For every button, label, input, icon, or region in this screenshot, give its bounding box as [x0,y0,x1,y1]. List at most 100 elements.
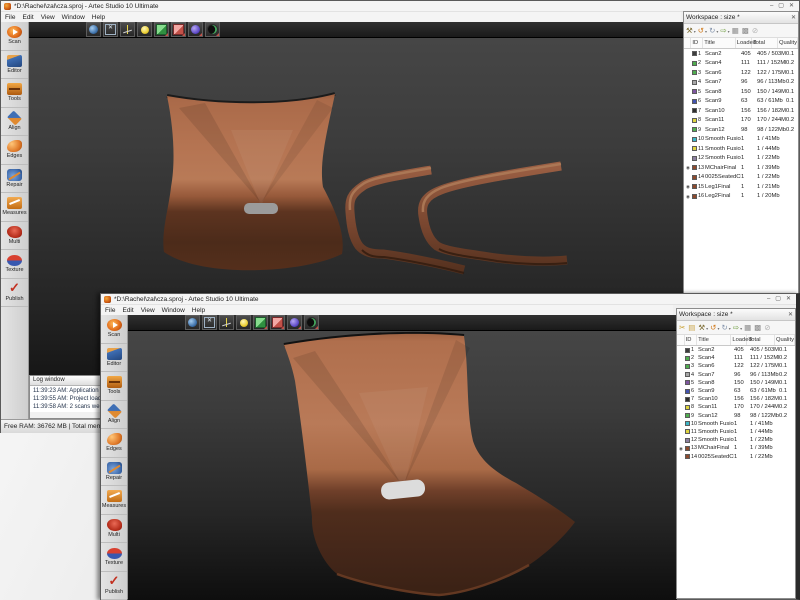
sync-disabled-icon[interactable]: ⊘ [752,26,759,35]
open-folder-icon[interactable]: ▤ [688,323,696,332]
scan-color-swatch[interactable] [685,356,690,361]
minimize-button[interactable]: – [767,296,770,302]
sidebar-item-measures[interactable]: Measures [101,486,127,515]
panel-close-icon[interactable]: ✕ [788,311,793,318]
workspace-row[interactable]: 3 Scan6 122 122 / 175Mb 0.1 [677,362,795,370]
sidebar-item-align[interactable]: Align [101,401,127,430]
shaded-red-cube-icon[interactable] [270,315,285,330]
sidebar-item-editor[interactable]: Editor [101,344,127,373]
sidebar-item-texture[interactable]: Texture [1,250,28,279]
shaded-green-cube-icon[interactable] [253,315,268,330]
tools-menu-icon[interactable]: ⚒ ▾ [686,26,696,35]
workspace-row[interactable]: 9 Scan12 98 98 / 122Mb 0.2 [684,125,798,135]
navigation-globe-icon[interactable] [185,315,200,330]
menu-window[interactable]: Window [62,14,85,21]
sync-disabled-icon[interactable]: ⊘ [764,323,771,332]
tools-menu-icon[interactable]: ⚒ ▾ [698,323,708,332]
workspace-row[interactable]: 10 Smooth Fusion 1 1 / 41Mb [677,420,795,428]
shaded-green-cube-icon[interactable] [154,22,169,37]
menu-help[interactable]: Help [92,14,105,21]
fit-view-icon[interactable] [103,22,118,37]
menu-file[interactable]: File [5,14,15,21]
coordinate-axes-icon[interactable] [219,315,234,330]
workspace-row[interactable]: 5 Scan8 150 150 / 149Mb 0.1 [677,379,795,387]
scan-color-swatch[interactable] [685,413,690,418]
sidebar-item-publish[interactable]: Publish [101,572,127,600]
scan-color-swatch[interactable] [692,156,697,161]
scan-color-swatch[interactable] [692,80,697,85]
sidebar-item-multi[interactable]: Multi [101,515,127,544]
shaded-red-cube-icon[interactable] [171,22,186,37]
workspace-row[interactable]: 10 Smooth Fusion 1 1 / 41Mb [684,135,798,145]
scan-color-swatch[interactable] [692,118,697,123]
workspace-row[interactable]: 3 Scan6 122 122 / 175Mb 0.1 [684,68,798,78]
scan-color-swatch[interactable] [692,127,697,132]
scan-color-swatch[interactable] [692,99,697,104]
redo-icon[interactable]: ↻ ▾ [721,323,730,332]
scan-color-swatch[interactable] [692,89,697,94]
maximize-button[interactable]: ▢ [775,296,781,302]
menu-view[interactable]: View [141,307,155,314]
undo-icon[interactable]: ↺ ▾ [698,26,707,35]
sidebar-item-publish[interactable]: Publish [1,279,28,308]
visibility-eye-icon[interactable]: ◉ [684,194,692,199]
workspace-row[interactable]: 14 0025SeatedCha 1 1 / 22Mb [677,452,795,460]
scan-color-swatch[interactable] [692,137,697,142]
sidebar-item-texture[interactable]: Texture [101,543,127,572]
sidebar-item-tools[interactable]: Tools [1,79,28,108]
scan-color-swatch[interactable] [685,348,690,353]
menu-edit[interactable]: Edit [122,307,133,314]
menu-file[interactable]: File [105,307,115,314]
workspace-row[interactable]: 6 Scan9 63 63 / 61Mb 0.1 [684,97,798,107]
scan-color-swatch[interactable] [692,165,697,170]
workspace-row[interactable]: 2 Scan4 111 111 / 152Mb 0.2 [677,354,795,362]
scan-color-swatch[interactable] [685,438,690,443]
scan-color-swatch[interactable] [685,389,690,394]
workspace-row[interactable]: 12 Smooth Fusion 1 1 / 22Mb [677,436,795,444]
workspace-row[interactable]: 8 Scan11 170 170 / 244Mb 0.2 [677,403,795,411]
scan-color-swatch[interactable] [685,405,690,410]
view-grid-icon[interactable]: ▦ [744,323,752,332]
navigation-globe-icon[interactable] [86,22,101,37]
scan-color-swatch[interactable] [685,372,690,377]
scan-color-swatch[interactable] [685,380,690,385]
sidebar-item-repair[interactable]: Repair [101,458,127,487]
workspace-row[interactable]: 7 Scan10 156 156 / 182Mb 0.1 [684,106,798,116]
maximize-button[interactable]: ▢ [778,3,784,9]
scan-color-swatch[interactable] [692,70,697,75]
sidebar-item-scan[interactable]: Scan [101,315,127,344]
workspace-row[interactable]: 12 Smooth Fusion 1 1 / 22Mb [684,154,798,164]
panel-close-icon[interactable]: ✕ [791,14,796,21]
titlebar[interactable]: *D:\Rachel\zal\cza.sproj - Artec Studio … [101,294,796,305]
cut-icon[interactable]: ✂ [679,323,686,332]
scan-color-swatch[interactable] [692,108,697,113]
scan-color-swatch[interactable] [685,421,690,426]
sidebar-item-repair[interactable]: Repair [1,165,28,194]
lighting-bulb-icon[interactable] [236,315,251,330]
scan-color-swatch[interactable] [692,194,697,199]
visibility-eye-icon[interactable]: ◉ [684,165,692,170]
redo-icon[interactable]: ↻ ▾ [709,26,718,35]
workspace-row[interactable]: 2 Scan4 111 111 / 152Mb 0.2 [684,59,798,69]
sidebar-item-edges[interactable]: Edges [1,136,28,165]
workspace-row[interactable]: 4 Scan7 96 96 / 113Mb 0.2 [684,78,798,88]
lighting-bulb-icon[interactable] [137,22,152,37]
sphere-shading-icon[interactable] [188,22,203,37]
visibility-eye-icon[interactable]: ◉ [684,184,692,189]
menu-edit[interactable]: Edit [22,14,33,21]
workspace-row[interactable]: ◉ 13 MChairFinal 1 1 / 39Mb [684,163,798,173]
minimize-button[interactable]: – [770,3,773,9]
workspace-row[interactable]: ◉ 16 Leg2Final 1 1 / 20Mb [684,192,798,202]
workspace-row[interactable]: ◉ 15 Leg1Final 1 1 / 21Mb [684,182,798,192]
workspace-row[interactable]: 11 Smooth Fusion 1 1 / 44Mb [684,144,798,154]
sidebar-item-tools[interactable]: Tools [101,372,127,401]
sidebar-item-editor[interactable]: Editor [1,51,28,80]
workspace-row[interactable]: 8 Scan11 170 170 / 244Mb 0.2 [684,116,798,126]
moon-render-icon[interactable] [304,315,319,330]
workspace-row[interactable]: ◉ 13 MChairFinal 1 1 / 39Mb [677,444,795,452]
scan-color-swatch[interactable] [692,175,697,180]
close-button[interactable]: ✕ [786,296,791,302]
workspace-row[interactable]: 1 Scan2 405 405 / 503Mb 0.1 [677,346,795,354]
view-detail-icon[interactable]: ▩ [754,323,762,332]
export-icon[interactable]: ⇨ ▾ [733,323,742,332]
